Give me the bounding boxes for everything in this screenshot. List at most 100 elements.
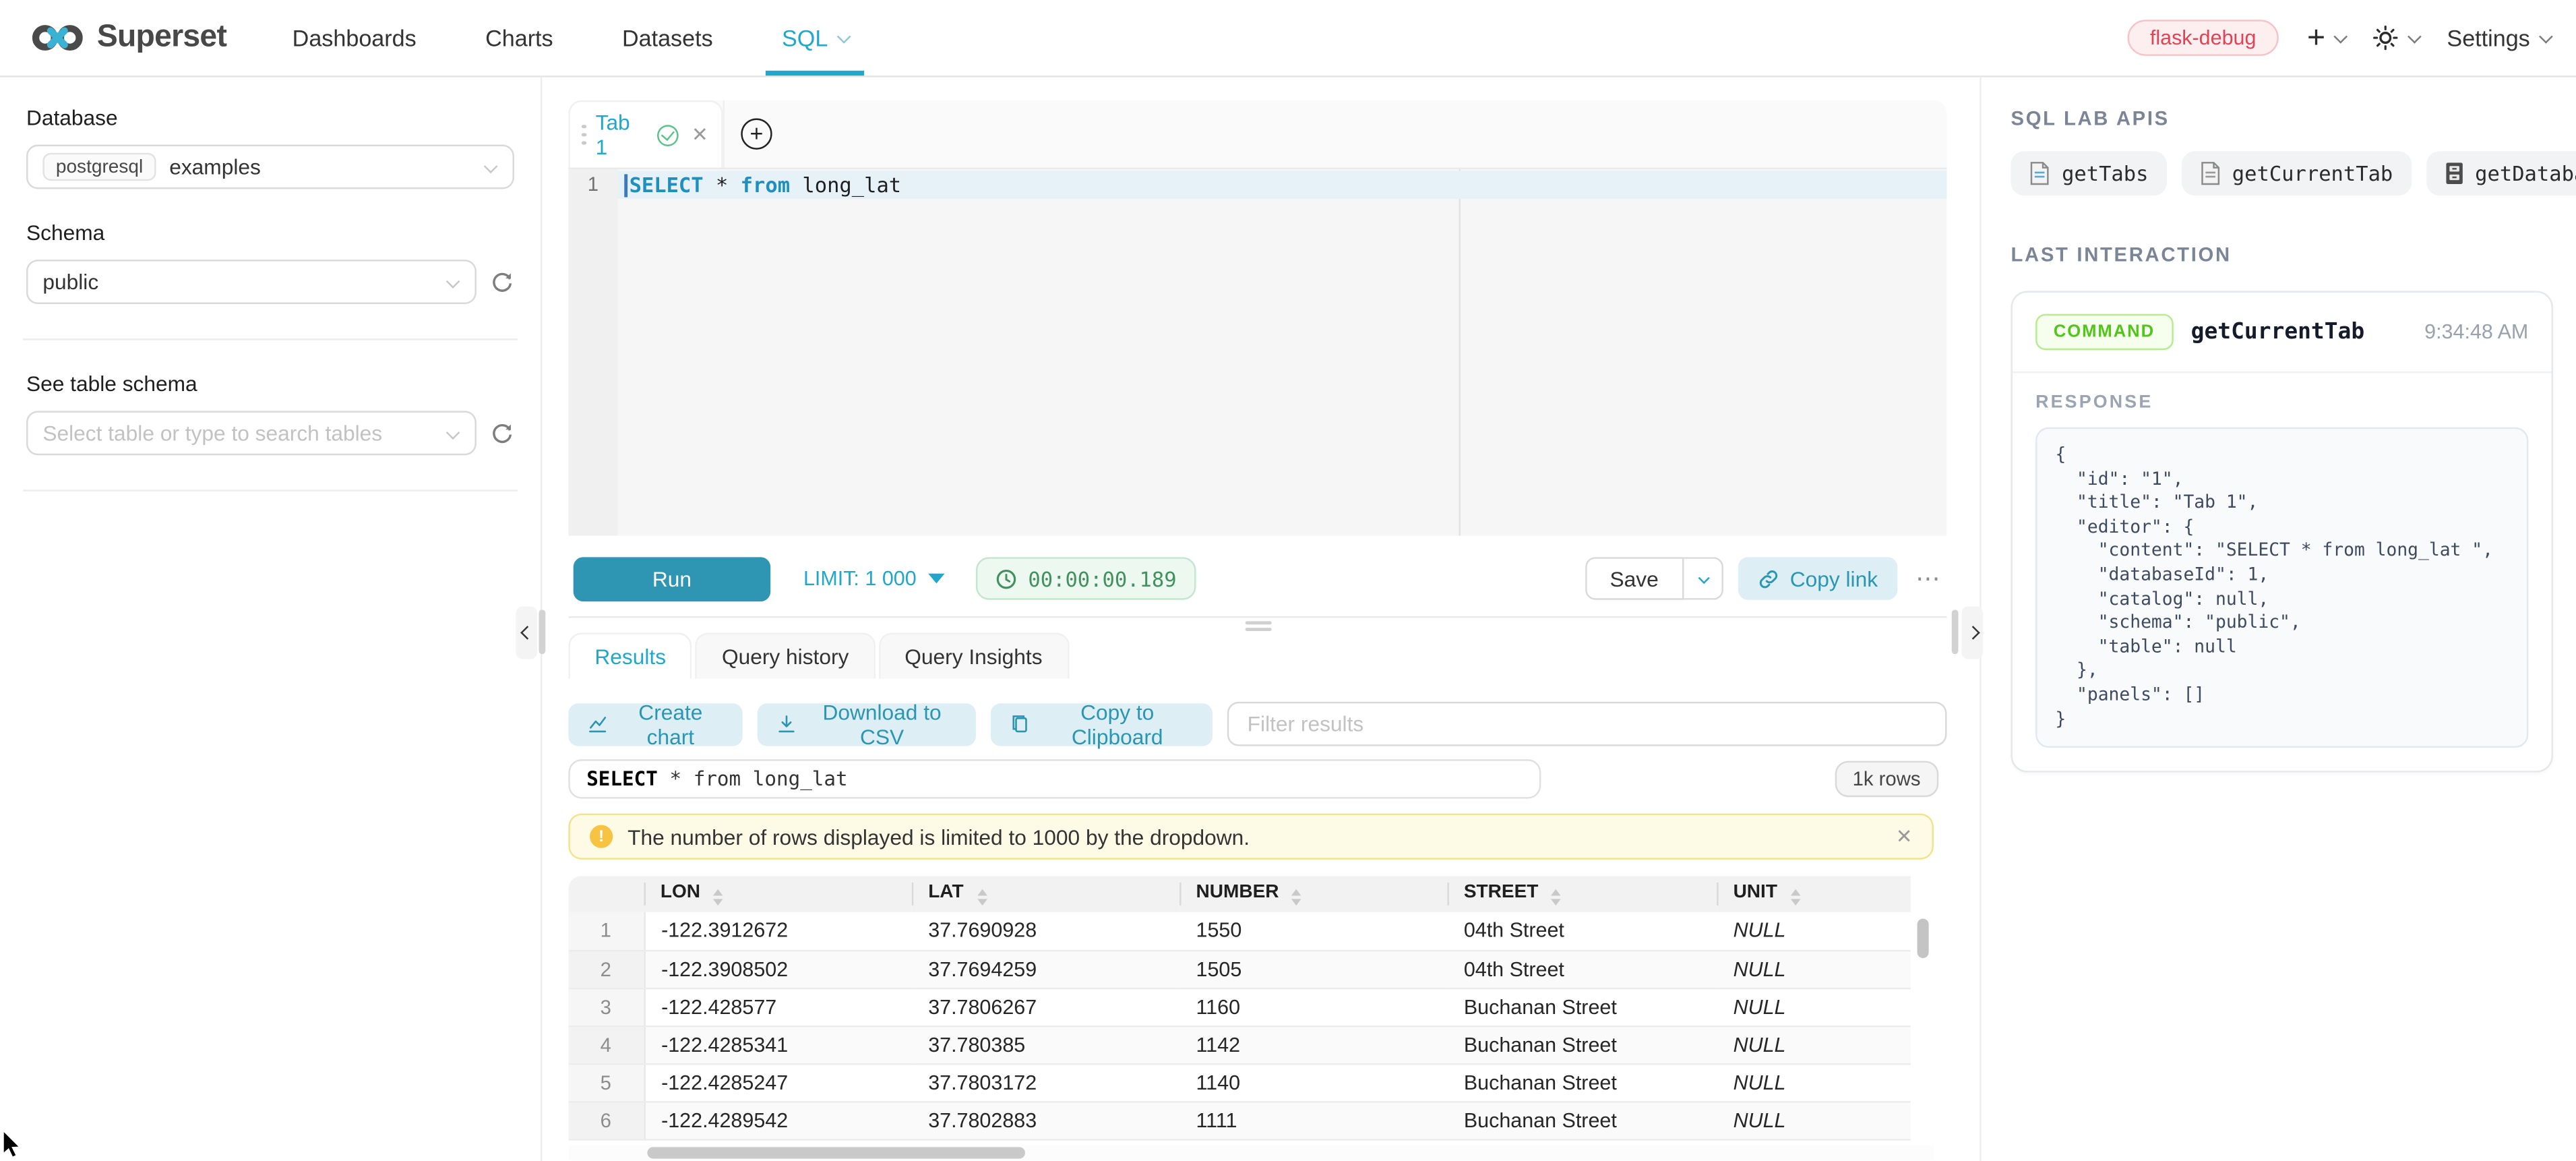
row-number: 2 <box>568 950 644 988</box>
query-keyword: SELECT <box>586 767 658 790</box>
create-chart-button[interactable]: Create chart <box>568 703 742 745</box>
nav-item-charts[interactable]: Charts <box>479 0 559 76</box>
table-cell: -122.3908502 <box>644 950 912 988</box>
sort-icon[interactable] <box>1552 889 1562 905</box>
sql-code-editor[interactable]: 1 SELECT * from long_lat <box>568 168 1946 536</box>
new-item-menu[interactable]: + <box>2307 22 2345 53</box>
clipboard-icon <box>1011 713 1030 735</box>
expand-api-panel-button[interactable] <box>1961 606 1983 659</box>
chevron-right-icon <box>1965 626 1980 640</box>
results-actions: Create chart Download to CSV <box>568 702 1946 746</box>
chevron-down-icon <box>1697 572 1709 583</box>
link-icon <box>1757 568 1779 589</box>
api-getdatabases-button[interactable]: getDatabases <box>2426 151 2576 196</box>
sort-icon[interactable] <box>714 889 724 905</box>
tab-query-history[interactable]: Query history <box>696 632 875 678</box>
caret-down-icon <box>928 574 944 584</box>
interaction-body: RESPONSE { "id": "1", "title": "Tab 1", … <box>2013 373 2552 771</box>
download-csv-button[interactable]: Download to CSV <box>757 703 977 745</box>
dismiss-warning-icon[interactable]: ✕ <box>1896 825 1913 848</box>
chevron-down-icon <box>837 30 851 44</box>
splitter-drag-handle[interactable] <box>1952 609 1959 654</box>
superset-logo[interactable]: Superset <box>30 20 226 56</box>
database-select[interactable]: postgresql examples <box>26 145 514 189</box>
settings-menu[interactable]: Settings <box>2447 25 2550 51</box>
copy-link-button[interactable]: Copy link <box>1738 557 1898 599</box>
nav-item-datasets[interactable]: Datasets <box>615 0 719 76</box>
column-header-lat[interactable]: LAT <box>912 876 1179 912</box>
tab-results[interactable]: Results <box>568 632 692 678</box>
text-cursor <box>624 173 627 196</box>
table-cell: -122.4289542 <box>644 1101 912 1139</box>
table-cell: Buchanan Street <box>1447 1101 1717 1139</box>
api-button-label: getDatabases <box>2475 161 2576 186</box>
content-area: Database postgresql examples Schema publ… <box>0 78 2576 1161</box>
table-cell: NULL <box>1717 950 1911 988</box>
table-cell: 37.780385 <box>912 1025 1179 1063</box>
api-getcurrenttab-button[interactable]: getCurrentTab <box>2181 151 2411 196</box>
create-chart-label: Create chart <box>619 699 723 748</box>
add-tab-button[interactable]: + <box>723 100 789 168</box>
limit-dropdown[interactable]: LIMIT: 1 000 <box>803 567 944 590</box>
column-header-unit[interactable]: UNIT <box>1717 876 1911 912</box>
query-text: * from long_lat <box>658 767 848 790</box>
south-pane-tabs: Results Query history Query Insights <box>568 632 1946 678</box>
chevron-down-icon <box>446 274 460 288</box>
save-options-button[interactable] <box>1683 557 1723 599</box>
column-header-lon[interactable]: LON <box>644 876 912 912</box>
document-tabs-icon <box>2029 161 2050 186</box>
vertical-scrollbar[interactable] <box>1918 919 1929 959</box>
theme-menu[interactable] <box>2373 25 2419 51</box>
results-splitter-handle[interactable] <box>568 618 1946 633</box>
table-cell: 04th Street <box>1447 950 1717 988</box>
editor-tab-1[interactable]: Tab 1 ✕ <box>568 100 723 168</box>
tab-drag-handle-icon[interactable] <box>582 125 586 145</box>
more-actions-button[interactable]: ⋯ <box>1915 564 1942 593</box>
database-group: Database postgresql examples <box>26 105 514 189</box>
superset-infinity-icon <box>30 20 86 56</box>
schema-select[interactable]: public <box>26 260 477 304</box>
print-margin-ruler <box>1459 169 1461 536</box>
sql-code-line: SELECT * from long_lat <box>630 173 902 198</box>
editor-code-area[interactable]: SELECT * from long_lat <box>618 169 1947 536</box>
table-cell: -122.3912672 <box>644 912 912 950</box>
horizontal-scrollbar[interactable] <box>647 1146 1025 1158</box>
nav-item-sql[interactable]: SQL <box>775 0 854 76</box>
splitter-drag-handle[interactable] <box>539 609 546 654</box>
close-tab-icon[interactable]: ✕ <box>692 123 708 146</box>
table-row: 4-122.428534137.7803851142Buchanan Stree… <box>568 1025 1910 1063</box>
command-timestamp: 9:34:48 AM <box>2424 320 2528 343</box>
table-cell: 1111 <box>1179 1101 1447 1139</box>
refresh-tables-icon[interactable] <box>489 421 514 446</box>
toolbar-right: Save Copy link <box>1585 557 1942 599</box>
run-button[interactable]: Run <box>574 556 771 601</box>
sql-lab-page: Superset Dashboards Charts Datasets SQL … <box>0 0 2576 1161</box>
navbar-right: flask-debug + Settings <box>2127 20 2550 56</box>
table-cell: Buchanan Street <box>1447 1063 1717 1101</box>
sort-icon[interactable] <box>977 889 987 905</box>
copy-to-clipboard-button[interactable]: Copy to Clipboard <box>991 703 1213 745</box>
sql-lab-apis-panel: SQL LAB APIS getTabs get <box>1980 78 2576 1161</box>
sort-icon[interactable] <box>1292 889 1302 905</box>
table-cell: Buchanan Street <box>1447 988 1717 1025</box>
command-name: getCurrentTab <box>2191 319 2365 345</box>
row-number: 1 <box>568 912 644 950</box>
column-header-street[interactable]: STREET <box>1447 876 1717 912</box>
nav-item-dashboards[interactable]: Dashboards <box>286 0 423 76</box>
table-row: 2-122.390850237.7694259150504th StreetNU… <box>568 950 1910 988</box>
column-header-number[interactable]: NUMBER <box>1179 876 1447 912</box>
row-number: 4 <box>568 1025 644 1063</box>
table-cell: 37.7803172 <box>912 1063 1179 1101</box>
last-interaction-heading: LAST INTERACTION <box>2011 243 2553 266</box>
last-interaction-card: COMMAND getCurrentTab 9:34:48 AM RESPONS… <box>2011 291 2553 772</box>
api-gettabs-button[interactable]: getTabs <box>2011 151 2167 196</box>
clock-icon <box>995 568 1017 589</box>
filter-results-input[interactable] <box>1227 702 1946 746</box>
collapse-sidebar-button[interactable] <box>516 606 537 659</box>
sort-icon[interactable] <box>1790 889 1800 905</box>
refresh-schema-icon[interactable] <box>489 270 514 295</box>
save-button[interactable]: Save <box>1585 557 1683 599</box>
results-grid: LON LAT NUMBER STREET UNIT 1-122.3912672… <box>568 876 1934 1161</box>
tab-query-insights[interactable]: Query Insights <box>878 632 1068 678</box>
table-select[interactable]: Select table or type to search tables <box>26 411 477 455</box>
